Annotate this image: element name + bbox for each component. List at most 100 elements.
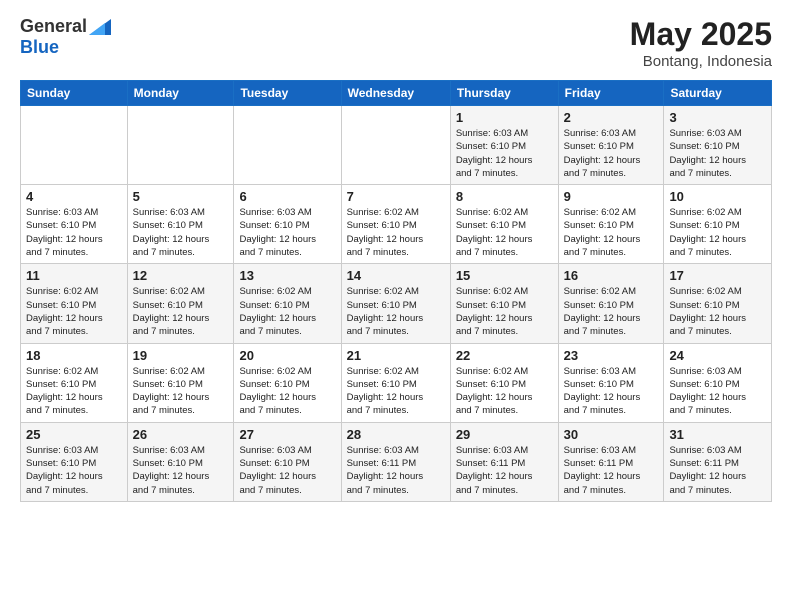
day-info: Sunrise: 6:03 AM Sunset: 6:10 PM Dayligh… bbox=[669, 127, 766, 180]
calendar-table: SundayMondayTuesdayWednesdayThursdayFrid… bbox=[20, 80, 772, 502]
day-header-wednesday: Wednesday bbox=[341, 81, 450, 106]
day-number: 17 bbox=[669, 268, 766, 283]
day-number: 24 bbox=[669, 348, 766, 363]
day-info: Sunrise: 6:03 AM Sunset: 6:11 PM Dayligh… bbox=[564, 444, 659, 497]
calendar-cell: 6 Sunrise: 6:03 AM Sunset: 6:10 PM Daylig… bbox=[234, 185, 341, 264]
day-info: Sunrise: 6:03 AM Sunset: 6:10 PM Dayligh… bbox=[456, 127, 553, 180]
day-number: 12 bbox=[133, 268, 229, 283]
calendar-cell: 18 Sunrise: 6:02 AM Sunset: 6:10 PM Dayli… bbox=[21, 343, 128, 422]
day-info: Sunrise: 6:02 AM Sunset: 6:10 PM Dayligh… bbox=[347, 365, 445, 418]
day-number: 4 bbox=[26, 189, 122, 204]
day-info: Sunrise: 6:03 AM Sunset: 6:11 PM Dayligh… bbox=[347, 444, 445, 497]
day-number: 13 bbox=[239, 268, 335, 283]
calendar-week-row: 18 Sunrise: 6:02 AM Sunset: 6:10 PM Dayli… bbox=[21, 343, 772, 422]
day-info: Sunrise: 6:03 AM Sunset: 6:10 PM Dayligh… bbox=[133, 206, 229, 259]
calendar-cell: 21Sunrise: 6:02 AM Sunset: 6:10 PM Dayli… bbox=[341, 343, 450, 422]
calendar-cell: 19 Sunrise: 6:02 AM Sunset: 6:10 PM Dayli… bbox=[127, 343, 234, 422]
calendar-cell: 11Sunrise: 6:02 AM Sunset: 6:10 PM Dayli… bbox=[21, 264, 128, 343]
calendar-cell: 27Sunrise: 6:03 AM Sunset: 6:10 PM Dayli… bbox=[234, 422, 341, 501]
calendar-cell: 7 Sunrise: 6:02 AM Sunset: 6:10 PM Daylig… bbox=[341, 185, 450, 264]
day-info: Sunrise: 6:02 AM Sunset: 6:10 PM Dayligh… bbox=[456, 206, 553, 259]
day-info: Sunrise: 6:03 AM Sunset: 6:11 PM Dayligh… bbox=[456, 444, 553, 497]
calendar-cell: 20 Sunrise: 6:02 AM Sunset: 6:10 PM Dayli… bbox=[234, 343, 341, 422]
day-header-saturday: Saturday bbox=[664, 81, 772, 106]
day-number: 3 bbox=[669, 110, 766, 125]
calendar-cell: 17 Sunrise: 6:02 AM Sunset: 6:10 PM Dayli… bbox=[664, 264, 772, 343]
day-header-friday: Friday bbox=[558, 81, 664, 106]
day-header-monday: Monday bbox=[127, 81, 234, 106]
calendar-cell bbox=[21, 106, 128, 185]
calendar-cell: 9 Sunrise: 6:02 AM Sunset: 6:10 PM Daylig… bbox=[558, 185, 664, 264]
day-header-tuesday: Tuesday bbox=[234, 81, 341, 106]
day-header-thursday: Thursday bbox=[450, 81, 558, 106]
day-info: Sunrise: 6:02 AM Sunset: 6:10 PM Dayligh… bbox=[564, 206, 659, 259]
day-info: Sunrise: 6:03 AM Sunset: 6:10 PM Dayligh… bbox=[239, 206, 335, 259]
calendar-cell: 2 Sunrise: 6:03 AM Sunset: 6:10 PM Daylig… bbox=[558, 106, 664, 185]
calendar-cell: 1 Sunrise: 6:03 AM Sunset: 6:10 PM Daylig… bbox=[450, 106, 558, 185]
day-number: 2 bbox=[564, 110, 659, 125]
day-info: Sunrise: 6:02 AM Sunset: 6:10 PM Dayligh… bbox=[669, 285, 766, 338]
calendar-cell: 10 Sunrise: 6:02 AM Sunset: 6:10 PM Dayli… bbox=[664, 185, 772, 264]
day-number: 1 bbox=[456, 110, 553, 125]
calendar-cell: 23 Sunrise: 6:03 AM Sunset: 6:10 PM Dayli… bbox=[558, 343, 664, 422]
calendar-cell: 26 Sunrise: 6:03 AM Sunset: 6:10 PM Dayli… bbox=[127, 422, 234, 501]
day-number: 27 bbox=[239, 427, 335, 442]
day-number: 26 bbox=[133, 427, 229, 442]
logo-icon bbox=[89, 19, 111, 35]
calendar-cell: 31Sunrise: 6:03 AM Sunset: 6:11 PM Dayli… bbox=[664, 422, 772, 501]
calendar-cell: 25 Sunrise: 6:03 AM Sunset: 6:10 PM Dayli… bbox=[21, 422, 128, 501]
day-number: 29 bbox=[456, 427, 553, 442]
day-info: Sunrise: 6:02 AM Sunset: 6:10 PM Dayligh… bbox=[564, 285, 659, 338]
day-info: Sunrise: 6:02 AM Sunset: 6:10 PM Dayligh… bbox=[669, 206, 766, 259]
day-number: 14 bbox=[347, 268, 445, 283]
day-info: Sunrise: 6:03 AM Sunset: 6:10 PM Dayligh… bbox=[564, 365, 659, 418]
day-number: 31 bbox=[669, 427, 766, 442]
day-number: 28 bbox=[347, 427, 445, 442]
day-number: 7 bbox=[347, 189, 445, 204]
day-info: Sunrise: 6:02 AM Sunset: 6:10 PM Dayligh… bbox=[133, 365, 229, 418]
calendar-week-row: 25 Sunrise: 6:03 AM Sunset: 6:10 PM Dayli… bbox=[21, 422, 772, 501]
day-number: 6 bbox=[239, 189, 335, 204]
calendar-cell: 29 Sunrise: 6:03 AM Sunset: 6:11 PM Dayli… bbox=[450, 422, 558, 501]
calendar-cell: 30Sunrise: 6:03 AM Sunset: 6:11 PM Dayli… bbox=[558, 422, 664, 501]
location-subtitle: Bontang, Indonesia bbox=[630, 53, 772, 70]
calendar-header-row: SundayMondayTuesdayWednesdayThursdayFrid… bbox=[21, 81, 772, 106]
calendar-cell: 16 Sunrise: 6:02 AM Sunset: 6:10 PM Dayli… bbox=[558, 264, 664, 343]
calendar-week-row: 1 Sunrise: 6:03 AM Sunset: 6:10 PM Daylig… bbox=[21, 106, 772, 185]
logo-general-text: General bbox=[20, 16, 87, 37]
day-number: 20 bbox=[239, 348, 335, 363]
day-number: 18 bbox=[26, 348, 122, 363]
day-info: Sunrise: 6:02 AM Sunset: 6:10 PM Dayligh… bbox=[239, 365, 335, 418]
day-number: 23 bbox=[564, 348, 659, 363]
calendar-week-row: 4 Sunrise: 6:03 AM Sunset: 6:10 PM Daylig… bbox=[21, 185, 772, 264]
day-info: Sunrise: 6:02 AM Sunset: 6:10 PM Dayligh… bbox=[26, 285, 122, 338]
day-number: 19 bbox=[133, 348, 229, 363]
month-year-title: May 2025 bbox=[630, 16, 772, 53]
day-number: 15 bbox=[456, 268, 553, 283]
day-info: Sunrise: 6:03 AM Sunset: 6:10 PM Dayligh… bbox=[564, 127, 659, 180]
day-info: Sunrise: 6:03 AM Sunset: 6:10 PM Dayligh… bbox=[26, 444, 122, 497]
day-number: 5 bbox=[133, 189, 229, 204]
page-header: General Blue May 2025 Bontang, Indonesia bbox=[20, 16, 772, 70]
day-number: 16 bbox=[564, 268, 659, 283]
calendar-cell bbox=[127, 106, 234, 185]
calendar-cell: 3 Sunrise: 6:03 AM Sunset: 6:10 PM Daylig… bbox=[664, 106, 772, 185]
calendar-cell: 28 Sunrise: 6:03 AM Sunset: 6:11 PM Dayli… bbox=[341, 422, 450, 501]
day-number: 25 bbox=[26, 427, 122, 442]
day-info: Sunrise: 6:02 AM Sunset: 6:10 PM Dayligh… bbox=[456, 365, 553, 418]
day-info: Sunrise: 6:02 AM Sunset: 6:10 PM Dayligh… bbox=[133, 285, 229, 338]
day-number: 10 bbox=[669, 189, 766, 204]
day-number: 9 bbox=[564, 189, 659, 204]
calendar-cell: 14Sunrise: 6:02 AM Sunset: 6:10 PM Dayli… bbox=[341, 264, 450, 343]
day-number: 22 bbox=[456, 348, 553, 363]
calendar-cell: 5 Sunrise: 6:03 AM Sunset: 6:10 PM Daylig… bbox=[127, 185, 234, 264]
day-info: Sunrise: 6:02 AM Sunset: 6:10 PM Dayligh… bbox=[456, 285, 553, 338]
calendar-cell: 4Sunrise: 6:03 AM Sunset: 6:10 PM Daylig… bbox=[21, 185, 128, 264]
day-info: Sunrise: 6:03 AM Sunset: 6:10 PM Dayligh… bbox=[133, 444, 229, 497]
day-info: Sunrise: 6:02 AM Sunset: 6:10 PM Dayligh… bbox=[26, 365, 122, 418]
day-info: Sunrise: 6:02 AM Sunset: 6:10 PM Dayligh… bbox=[347, 206, 445, 259]
title-block: May 2025 Bontang, Indonesia bbox=[630, 16, 772, 70]
calendar-cell bbox=[341, 106, 450, 185]
calendar-cell: 22 Sunrise: 6:02 AM Sunset: 6:10 PM Dayli… bbox=[450, 343, 558, 422]
logo: General Blue bbox=[20, 16, 111, 58]
